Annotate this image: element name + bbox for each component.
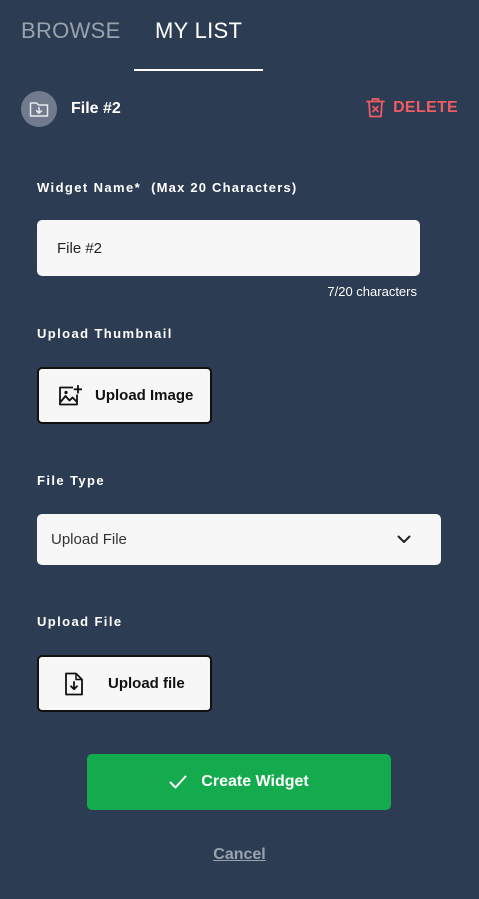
active-tab-indicator: [134, 69, 263, 71]
tab-browse[interactable]: BROWSE: [21, 18, 121, 44]
chevron-down-icon: [397, 535, 411, 544]
file-header: File #2 DELETE: [21, 91, 458, 129]
tab-my-list[interactable]: MY LIST: [155, 18, 242, 44]
create-widget-label: Create Widget: [201, 773, 309, 790]
upload-file-button[interactable]: Upload file: [37, 655, 212, 712]
delete-label: DELETE: [393, 98, 458, 116]
file-download-icon: [64, 672, 84, 696]
trash-icon: [366, 97, 385, 118]
folder-download-icon: [21, 91, 57, 127]
create-widget-button[interactable]: Create Widget: [87, 754, 391, 810]
widget-name-input[interactable]: File #2: [37, 220, 420, 276]
file-title: File #2: [71, 100, 121, 117]
tab-bar: BROWSE MY LIST: [0, 0, 479, 72]
widget-name-hint: (Max 20 Characters): [151, 180, 298, 195]
widget-name-label-text: Widget Name*: [37, 180, 142, 195]
upload-image-button[interactable]: Upload Image: [37, 367, 212, 424]
image-add-icon: [58, 384, 82, 407]
delete-button[interactable]: DELETE: [366, 97, 458, 118]
upload-file-button-label: Upload file: [108, 675, 185, 692]
widget-name-label: Widget Name* (Max 20 Characters): [37, 180, 297, 195]
file-type-select[interactable]: Upload File: [37, 514, 441, 565]
cancel-link[interactable]: Cancel: [0, 846, 479, 864]
upload-file-label: Upload File: [37, 614, 123, 629]
upload-image-label: Upload Image: [95, 387, 194, 404]
check-icon: [169, 775, 187, 789]
file-type-label: File Type: [37, 473, 105, 488]
character-counter: 7/20 characters: [327, 284, 417, 299]
file-type-selected-value: Upload File: [51, 531, 127, 548]
upload-thumbnail-label: Upload Thumbnail: [37, 326, 173, 341]
